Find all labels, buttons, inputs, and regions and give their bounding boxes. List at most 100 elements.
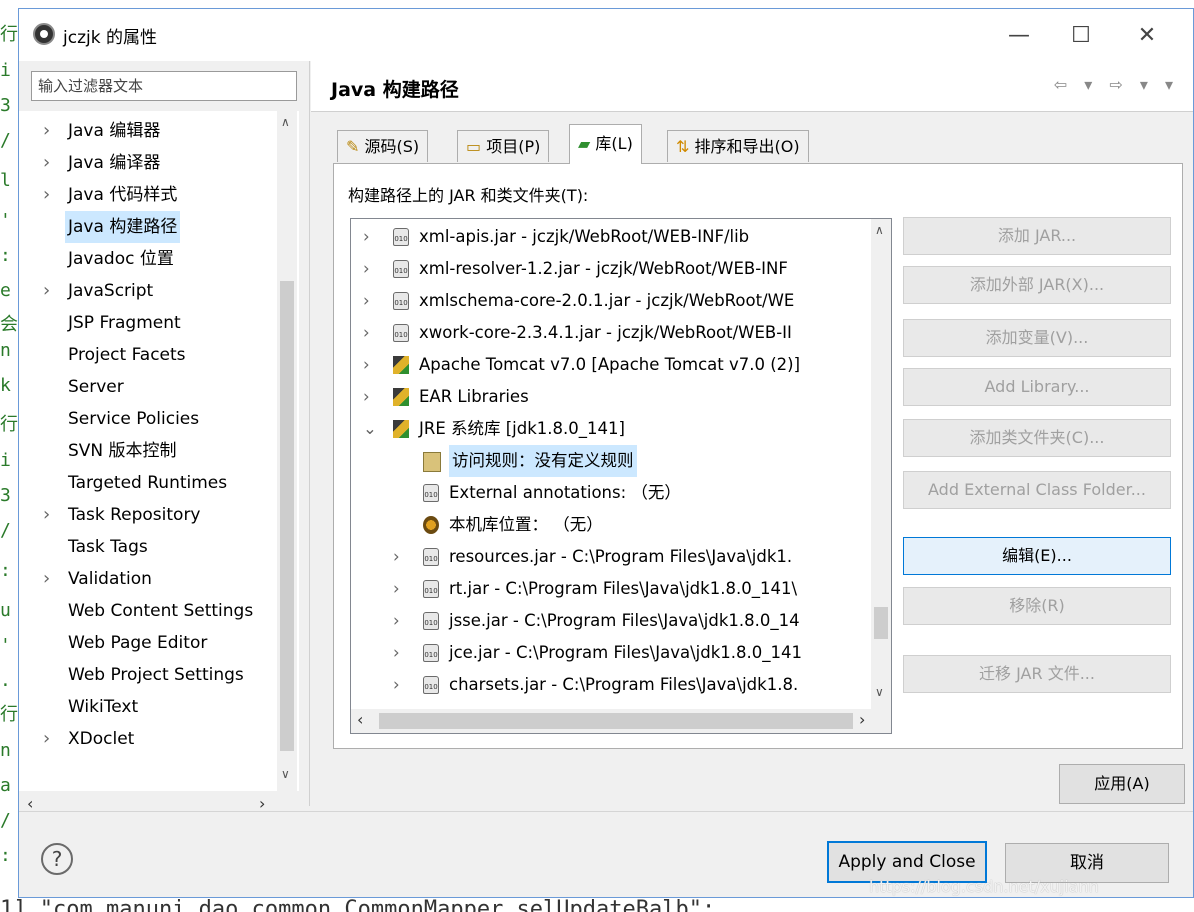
build-path-entry-label: charsets.jar - C:\Program Files\Java\jdk… — [449, 675, 799, 694]
chevron-right-icon[interactable]: › — [393, 605, 400, 637]
sidebar-item-label: SVN 版本控制 — [68, 441, 177, 461]
native-library-icon — [423, 516, 439, 534]
build-path-entry[interactable]: 010 External annotations: （无） — [351, 477, 871, 509]
build-path-entry[interactable]: › 010 xml-apis.jar - jczjk/WebRoot/WEB-INF… — [351, 221, 871, 253]
build-path-entry[interactable]: › Apache Tomcat v7.0 [Apache Tomcat v7.0 … — [351, 349, 871, 381]
chevron-right-icon[interactable]: › — [393, 541, 400, 573]
minimize-button[interactable]: — — [997, 17, 1041, 53]
tab-projects[interactable]: ▭ 项目(P) — [457, 130, 550, 162]
chevron-right-icon[interactable]: › — [43, 147, 50, 179]
chevron-right-icon[interactable]: › — [393, 573, 400, 605]
list-horizontal-scrollbar[interactable]: ‹ › — [351, 709, 891, 733]
chevron-right-icon[interactable]: › — [43, 563, 50, 595]
build-path-entry[interactable]: › 010 jce.jar - C:\Program Files\Java\jdk1… — [351, 637, 871, 669]
jar-icon: 010 — [423, 644, 439, 662]
sidebar-item[interactable]: › Java 编译器 — [19, 147, 274, 179]
build-path-entry-label: resources.jar - C:\Program Files\Java\jd… — [449, 547, 793, 566]
build-path-entry[interactable]: › 010 rt.jar - C:\Program Files\Java\jdk1.… — [351, 573, 871, 605]
tab-order-export[interactable]: ⇅ 排序和导出(O) — [667, 130, 809, 162]
chevron-right-icon[interactable]: › — [43, 723, 50, 755]
build-path-tree[interactable]: › 010 xml-apis.jar - jczjk/WebRoot/WEB-INF… — [350, 218, 892, 734]
chevron-right-icon[interactable]: › — [363, 221, 370, 253]
sidebar-item[interactable]: Targeted Runtimes — [19, 467, 274, 499]
sidebar-item[interactable]: › Java 代码样式 — [19, 179, 274, 211]
add-external-jar-button[interactable]: 添加外部 JAR(X)... — [903, 266, 1171, 304]
sidebar-item[interactable]: › Java 编辑器 — [19, 115, 274, 147]
sidebar-item[interactable]: › XDoclet — [19, 723, 274, 755]
order-export-icon: ⇅ — [676, 137, 690, 156]
scroll-up-icon[interactable]: ∧ — [875, 223, 884, 237]
sidebar-item[interactable]: Web Page Editor — [19, 627, 274, 659]
list-vertical-scrollbar[interactable]: ∧ ∨ — [871, 219, 891, 709]
build-path-entry[interactable]: › 010 xwork-core-2.3.4.1.jar - jczjk/WebRo… — [351, 317, 871, 349]
chevron-right-icon[interactable]: › — [43, 115, 50, 147]
sidebar-item-label: Web Content Settings — [68, 601, 254, 621]
chevron-down-icon[interactable]: ⌄ — [363, 413, 377, 445]
tree-scroll-thumb[interactable] — [280, 281, 294, 751]
sidebar-item-label: Server — [68, 377, 124, 397]
add-external-class-folder-button[interactable]: Add External Class Folder... — [903, 471, 1171, 509]
chevron-right-icon[interactable]: › — [43, 275, 50, 307]
scroll-up-icon[interactable]: ∧ — [281, 115, 290, 129]
build-path-entry[interactable]: › 010 jsse.jar - C:\Program Files\Java\jdk… — [351, 605, 871, 637]
chevron-right-icon[interactable]: › — [43, 179, 50, 211]
chevron-right-icon[interactable]: › — [363, 253, 370, 285]
chevron-right-icon[interactable]: › — [363, 381, 370, 413]
add-library-button[interactable]: Add Library... — [903, 368, 1171, 406]
scroll-down-icon[interactable]: ∨ — [875, 685, 884, 699]
sidebar-item[interactable]: Java 构建路径 — [19, 211, 274, 243]
sidebar-item[interactable]: › Task Repository — [19, 499, 274, 531]
sidebar-item[interactable]: Service Policies — [19, 403, 274, 435]
help-icon[interactable]: ? — [41, 843, 73, 875]
chevron-right-icon[interactable]: › — [363, 349, 370, 381]
sidebar-item[interactable]: Web Project Settings — [19, 659, 274, 691]
add-jar-button[interactable]: 添加 JAR... — [903, 217, 1171, 255]
edit-button[interactable]: 编辑(E)... — [903, 537, 1171, 575]
migrate-jar-button[interactable]: 迁移 JAR 文件... — [903, 655, 1171, 693]
filter-input[interactable]: 输入过滤器文本 — [31, 71, 297, 101]
sidebar-item[interactable]: Project Facets — [19, 339, 274, 371]
close-button[interactable]: ✕ — [1125, 17, 1169, 53]
add-class-folder-button[interactable]: 添加类文件夹(C)... — [903, 419, 1171, 457]
title-bar: jczjk 的属性 — ☐ ✕ — [19, 9, 1193, 61]
chevron-right-icon[interactable]: › — [363, 285, 370, 317]
jar-icon: 010 — [393, 292, 409, 310]
remove-button[interactable]: 移除(R) — [903, 587, 1171, 625]
build-path-entry-label: xwork-core-2.3.4.1.jar - jczjk/WebRoot/W… — [419, 323, 792, 342]
chevron-right-icon[interactable]: › — [393, 637, 400, 669]
list-scroll-thumb[interactable] — [874, 607, 888, 639]
sidebar-item[interactable]: Task Tags — [19, 531, 274, 563]
list-hscroll-thumb[interactable] — [379, 713, 853, 729]
sidebar-item-label: Validation — [68, 569, 152, 589]
scroll-right-icon[interactable]: › — [859, 710, 865, 729]
tab-libraries[interactable]: ▰ 库(L) — [569, 124, 642, 164]
scroll-left-icon[interactable]: ‹ — [357, 710, 363, 729]
sidebar-item[interactable]: WikiText — [19, 691, 274, 723]
tree-vertical-scrollbar[interactable]: ∧ ∨ — [277, 111, 297, 791]
build-path-entry[interactable]: 本机库位置： （无） — [351, 509, 871, 541]
build-path-entry[interactable]: › EAR Libraries — [351, 381, 871, 413]
maximize-button[interactable]: ☐ — [1059, 17, 1103, 53]
build-path-entry[interactable]: › 010 xmlschema-core-2.0.1.jar - jczjk/Web… — [351, 285, 871, 317]
chevron-right-icon[interactable]: › — [363, 317, 370, 349]
sidebar-item[interactable]: Server — [19, 371, 274, 403]
tab-source[interactable]: ✎ 源码(S) — [337, 130, 429, 162]
panel-divider[interactable] — [309, 61, 310, 806]
build-path-entry[interactable]: ⌄ JRE 系统库 [jdk1.8.0_141] — [351, 413, 871, 445]
build-path-entry[interactable]: 访问规则：没有定义规则 — [351, 445, 871, 477]
sidebar-item[interactable]: › Validation — [19, 563, 274, 595]
sidebar-item[interactable]: JSP Fragment — [19, 307, 274, 339]
sidebar-item[interactable]: SVN 版本控制 — [19, 435, 274, 467]
build-path-entry[interactable]: › 010 xml-resolver-1.2.jar - jczjk/WebRoot… — [351, 253, 871, 285]
scroll-down-icon[interactable]: ∨ — [281, 767, 290, 781]
build-path-entry[interactable]: › 010 charsets.jar - C:\Program Files\Java… — [351, 669, 871, 701]
build-path-entry[interactable]: › 010 resources.jar - C:\Program Files\Jav… — [351, 541, 871, 573]
add-variable-button[interactable]: 添加变量(V)... — [903, 319, 1171, 357]
chevron-right-icon[interactable]: › — [43, 499, 50, 531]
navigation-arrows[interactable]: ⇦ ▾ ⇨ ▾ ▾ — [1054, 75, 1179, 94]
sidebar-item[interactable]: › JavaScript — [19, 275, 274, 307]
sidebar-item[interactable]: Web Content Settings — [19, 595, 274, 627]
chevron-right-icon[interactable]: › — [393, 669, 400, 701]
sidebar-item[interactable]: Javadoc 位置 — [19, 243, 274, 275]
apply-button[interactable]: 应用(A) — [1059, 764, 1185, 804]
